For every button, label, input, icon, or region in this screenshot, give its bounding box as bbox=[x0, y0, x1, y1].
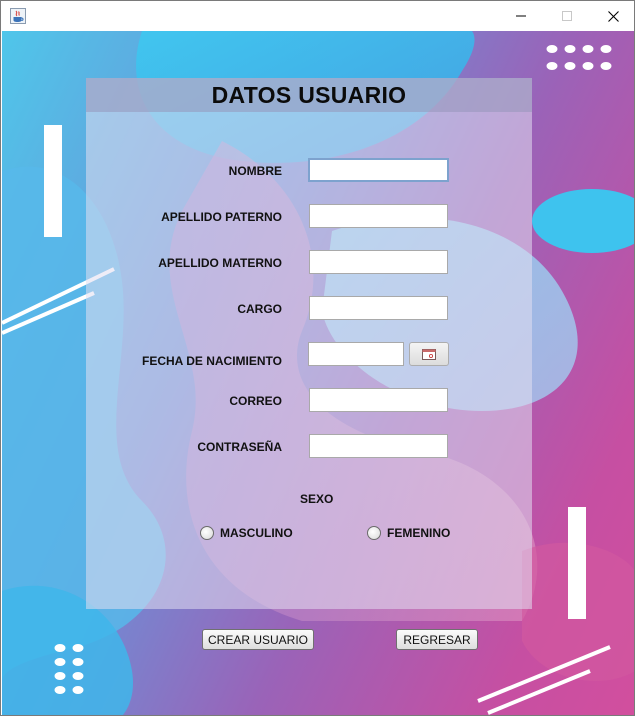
masculino-label[interactable]: MASCULINO bbox=[220, 526, 293, 540]
page-title: DATOS USUARIO bbox=[211, 82, 407, 108]
close-icon bbox=[607, 10, 619, 22]
masculino-radio[interactable] bbox=[200, 526, 214, 540]
cargo-label: CARGO bbox=[237, 302, 282, 316]
maximize-button[interactable] bbox=[544, 1, 590, 31]
background-canvas: DATOS USUARIO NOMBRE APELLIDO PATERNO AP… bbox=[2, 31, 634, 715]
minimize-icon bbox=[516, 15, 526, 17]
java-app-icon bbox=[10, 8, 26, 24]
crear-usuario-button[interactable]: CREAR USUARIO bbox=[202, 629, 314, 650]
femenino-radio[interactable] bbox=[367, 526, 381, 540]
correo-label: CORREO bbox=[229, 394, 282, 408]
sexo-label: SEXO bbox=[300, 492, 334, 506]
apellido-materno-input[interactable] bbox=[309, 250, 448, 274]
title-bar bbox=[1, 1, 634, 31]
calendar-icon bbox=[422, 348, 436, 360]
correo-input[interactable] bbox=[309, 388, 448, 412]
maximize-icon bbox=[562, 11, 572, 21]
nombre-label: NOMBRE bbox=[228, 164, 282, 178]
minimize-button[interactable] bbox=[498, 1, 544, 31]
close-button[interactable] bbox=[590, 1, 634, 31]
apellido-materno-label: APELLIDO MATERNO bbox=[158, 256, 282, 270]
user-form-panel: DATOS USUARIO NOMBRE APELLIDO PATERNO AP… bbox=[86, 78, 532, 609]
contrasena-input[interactable] bbox=[309, 434, 448, 458]
date-picker-button[interactable] bbox=[409, 342, 449, 366]
nombre-input[interactable] bbox=[308, 158, 449, 182]
app-window: DATOS USUARIO NOMBRE APELLIDO PATERNO AP… bbox=[0, 0, 635, 716]
regresar-button[interactable]: REGRESAR bbox=[396, 629, 478, 650]
femenino-label[interactable]: FEMENINO bbox=[387, 526, 450, 540]
apellido-paterno-label: APELLIDO PATERNO bbox=[161, 210, 282, 224]
fecha-nacimiento-label: FECHA DE NACIMIENTO bbox=[141, 354, 282, 368]
contrasena-label: CONTRASEÑA bbox=[197, 440, 282, 454]
apellido-paterno-input[interactable] bbox=[309, 204, 448, 228]
cargo-input[interactable] bbox=[309, 296, 448, 320]
fecha-nacimiento-input[interactable] bbox=[308, 342, 404, 366]
